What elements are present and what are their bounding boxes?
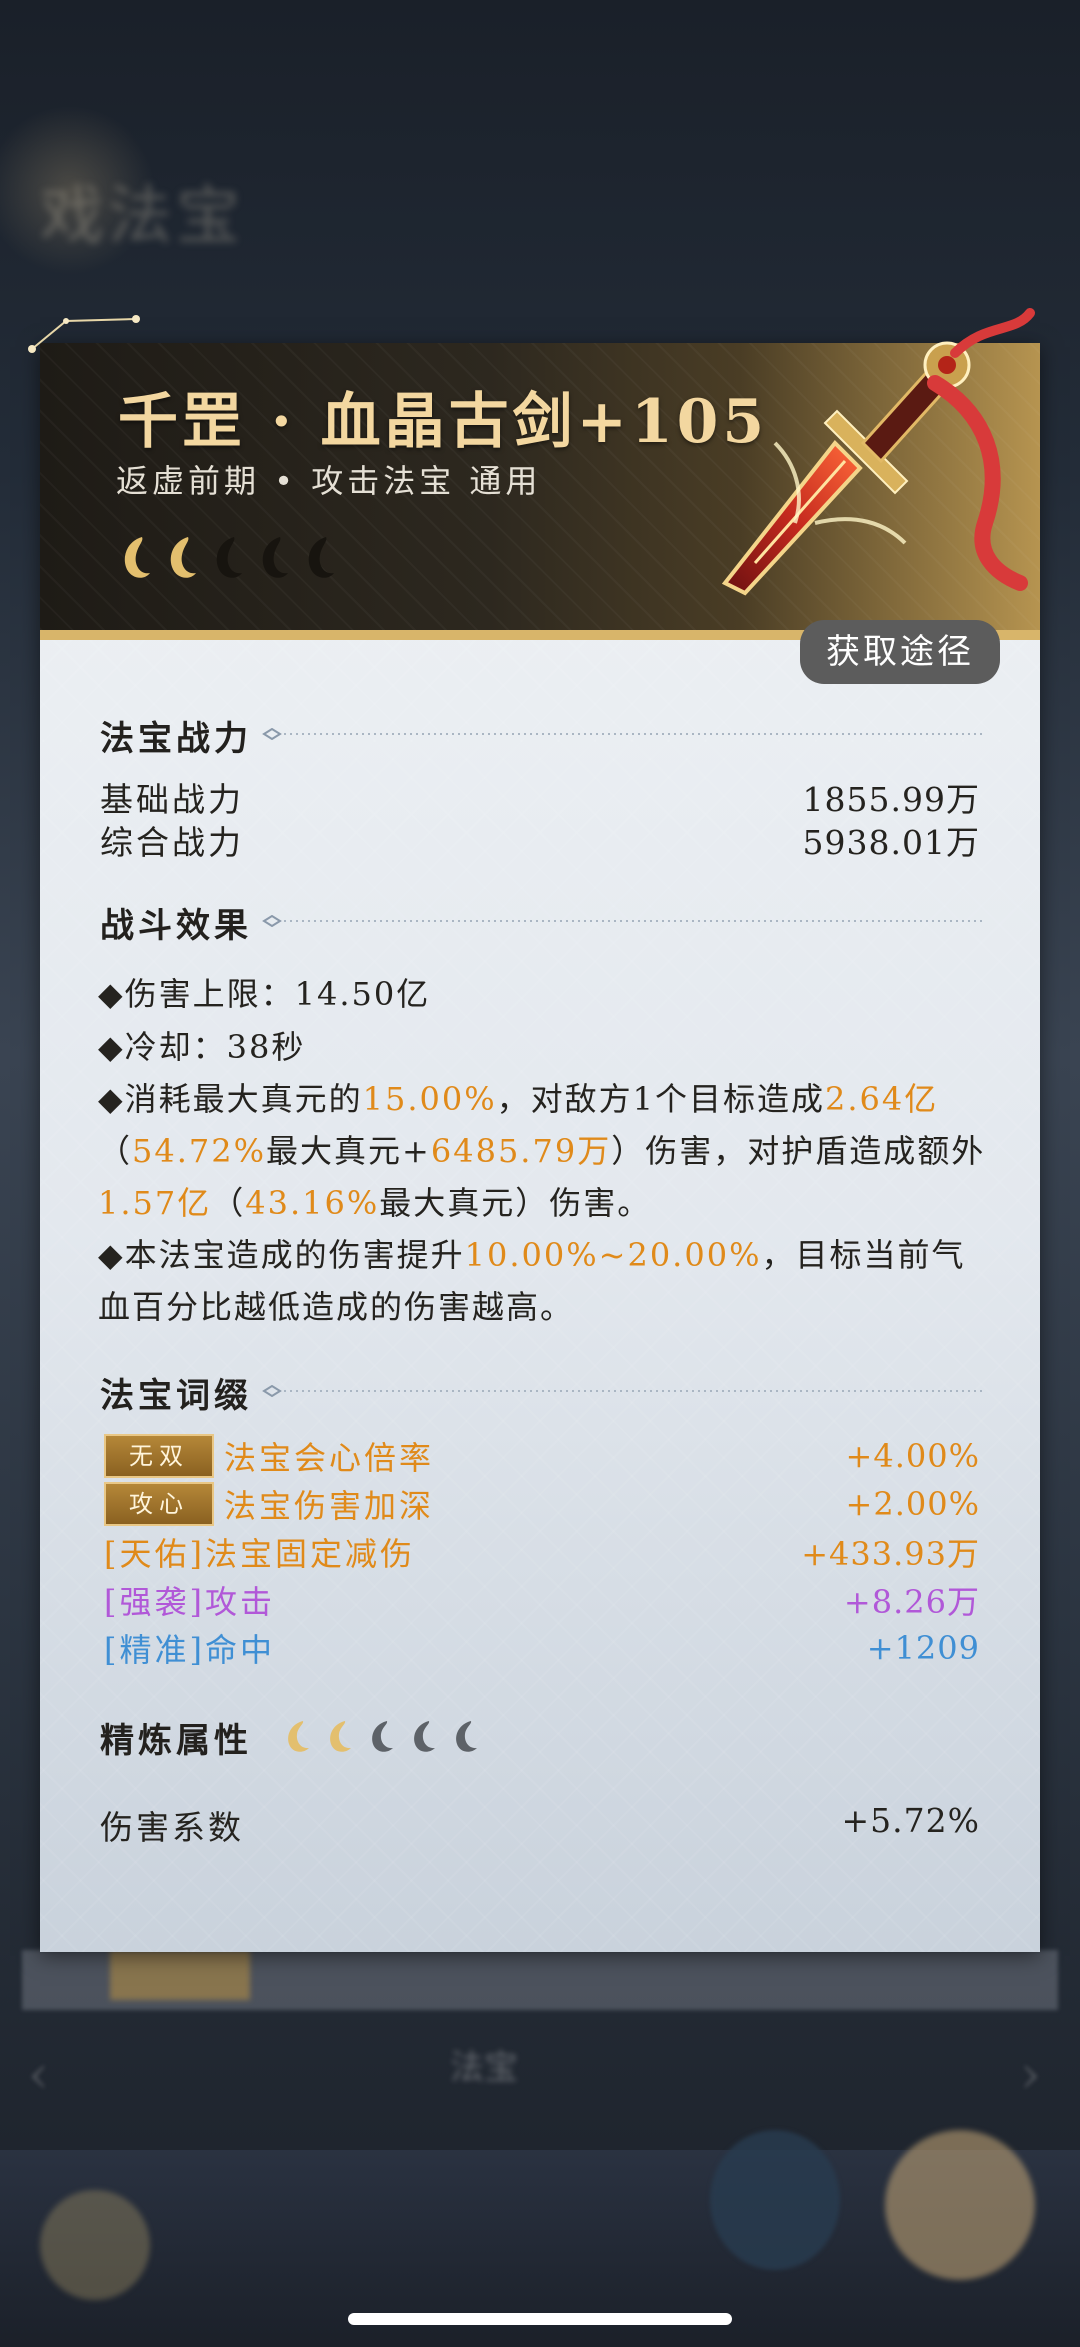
item-detail-card: 千罡 · 血晶古剑+105 返虚前期 • 攻击法宝 通用 获取途径 法宝战力 基…	[28, 308, 1040, 1952]
affix-row: 攻心 法宝伤害加深 +2.00%	[104, 1481, 980, 1527]
refine-star-empty-icon	[456, 1721, 477, 1752]
affix-name: [强袭]攻击	[104, 1583, 275, 1621]
affix-badge: 无双	[104, 1434, 214, 1478]
section-title-refine: 精炼属性	[100, 1721, 252, 1761]
effect-cooldown: ◆冷却：38秒	[98, 1028, 306, 1066]
card-header: 千罡 · 血晶古剑+105 返虚前期 • 攻击法宝 通用	[28, 308, 1040, 640]
power-value: 1855.99万	[802, 780, 980, 819]
power-label: 综合战力	[100, 823, 244, 862]
section-divider-icon	[262, 728, 982, 740]
affix-name: 法宝伤害加深	[224, 1487, 435, 1525]
background-title-blur: 戏法宝	[40, 180, 244, 254]
sword-artwork-icon	[721, 308, 1035, 596]
get-route-button[interactable]: 获取途径	[800, 620, 1000, 684]
affix-value: +4.00%	[845, 1437, 980, 1475]
section-title-power: 法宝战力	[100, 719, 252, 759]
background-left-arrow-icon: ‹	[28, 2045, 49, 2105]
power-label: 基础战力	[100, 780, 244, 819]
affix-row: [强袭]攻击 +8.26万	[104, 1577, 980, 1623]
affix-name: [精准]命中	[104, 1631, 275, 1669]
refine-row: 伤害系数 +5.72%	[100, 1801, 980, 1849]
section-divider-icon	[262, 1385, 982, 1397]
affix-value: +8.26万	[843, 1583, 980, 1621]
power-value: 5938.01万	[802, 823, 980, 862]
background-menu-icon	[40, 2190, 150, 2300]
star-filled-icon	[170, 537, 196, 578]
refine-star-rating	[283, 1718, 483, 1756]
effect-damage-cap: ◆伤害上限：14.50亿	[98, 975, 431, 1013]
refine-star-filled-icon	[288, 1721, 309, 1752]
affix-name: [天佑]法宝固定减伤	[104, 1535, 415, 1573]
star-filled-icon	[124, 537, 150, 578]
power-row-total: 综合战力 5938.01万	[100, 816, 980, 864]
affix-row: 无双 法宝会心倍率 +4.00%	[104, 1433, 980, 1479]
item-subtitle: 返虚前期 • 攻击法宝 通用	[116, 462, 542, 500]
background-footer-label: 法宝	[450, 2048, 518, 2088]
power-row-base: 基础战力 1855.99万	[100, 773, 980, 821]
affix-value: +1209	[866, 1629, 980, 1667]
constellation-decoration-icon	[28, 315, 140, 353]
effect-description-1: ◆消耗最大真元的15.00%，对敌方1个目标造成2.64亿（54.72%最大真元…	[98, 1080, 986, 1222]
refine-star-filled-icon	[330, 1721, 351, 1752]
affix-row: [天佑]法宝固定减伤 +433.93万	[104, 1529, 980, 1575]
star-rating	[118, 533, 340, 585]
section-title-affixes: 法宝词缀	[100, 1376, 252, 1416]
background-right-arrow-icon: ›	[1020, 2045, 1041, 2105]
star-empty-icon	[262, 537, 288, 578]
refine-star-empty-icon	[414, 1721, 435, 1752]
home-indicator[interactable]	[348, 2313, 732, 2325]
affix-value: +2.00%	[845, 1485, 980, 1523]
star-empty-icon	[308, 537, 334, 578]
section-divider-icon	[262, 915, 982, 927]
item-title: 千罡 · 血晶古剑+105	[118, 387, 769, 457]
affix-value: +433.93万	[801, 1535, 980, 1573]
affix-row: [精准]命中 +1209	[104, 1625, 980, 1671]
affix-badge: 攻心	[104, 1482, 214, 1526]
refine-value: +5.72%	[841, 1801, 980, 1840]
refine-star-empty-icon	[372, 1721, 393, 1752]
background-avatar-icon	[885, 2130, 1035, 2280]
effect-description-2: ◆本法宝造成的伤害提升10.00%~20.00%，目标当前气血百分比越低造成的伤…	[98, 1236, 966, 1326]
affix-name: 法宝会心倍率	[224, 1439, 435, 1477]
refine-label: 伤害系数	[100, 1808, 244, 1847]
background-band-gold	[110, 1950, 250, 2000]
background-character-icon	[710, 2130, 840, 2270]
section-title-effects: 战斗效果	[100, 906, 252, 946]
star-empty-icon	[216, 537, 242, 578]
